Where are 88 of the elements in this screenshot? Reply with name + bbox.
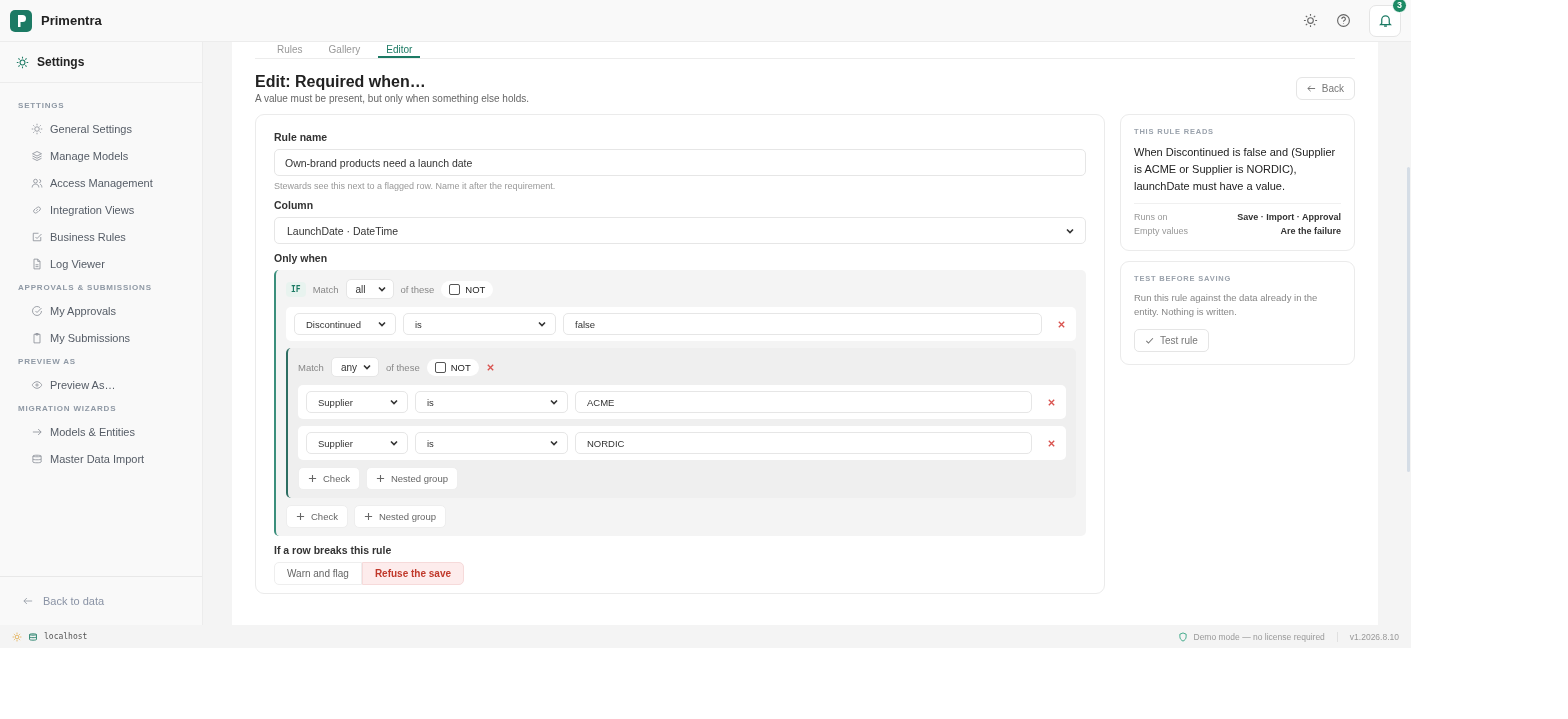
arrow-left-icon (22, 595, 34, 607)
plus-icon (308, 474, 317, 483)
sidebar-title: Settings (37, 55, 85, 69)
sidebar-item[interactable]: Manage Models (18, 142, 202, 169)
field-dropdown[interactable]: Supplier (306, 432, 408, 454)
field-dropdown[interactable]: Discontinued (294, 313, 396, 335)
operator-dropdown[interactable]: is (415, 391, 568, 413)
if-badge: IF (286, 281, 306, 297)
add-check-button[interactable]: Check (298, 467, 360, 490)
sidebar-item[interactable]: Business Rules (18, 223, 202, 250)
arrow-left-icon (1306, 84, 1316, 93)
rule-summary-text: When Discontinued is false and (Supplier is ACME or Supplier is NORDIC), launchDate must have a value. (1134, 144, 1341, 204)
chevron-down-icon (537, 319, 547, 329)
help-icon[interactable] (1336, 13, 1351, 28)
action-option[interactable]: Refuse the save (361, 562, 465, 585)
quantifier-dropdown[interactable]: any (330, 357, 379, 377)
test-description: Run this rule against the data already in the entity. Nothing is written. (1134, 291, 1319, 319)
checkmark-icon (1145, 336, 1154, 345)
remove-icon[interactable] (1057, 319, 1066, 329)
not-toggle[interactable]: NOT (426, 358, 479, 376)
page-title: Edit: Required when… (255, 73, 427, 91)
shield-icon (1177, 631, 1188, 642)
plus-icon (296, 512, 305, 521)
section-heading: SETTINGS (18, 101, 66, 110)
host-name: localhost (44, 632, 88, 641)
sidebar-item[interactable]: Master Data Import (18, 445, 202, 472)
chevron-down-icon (549, 397, 559, 407)
detail-value: Are the failure (1280, 225, 1341, 238)
of-these-label: of these (385, 361, 420, 373)
operator-dropdown[interactable]: is (415, 432, 568, 454)
value-field[interactable]: NORDIC (575, 432, 1032, 454)
license-status: Demo mode — no license required (1193, 631, 1325, 642)
not-toggle[interactable]: NOT (441, 280, 494, 298)
database-icon (28, 631, 38, 642)
remove-icon[interactable] (485, 362, 495, 372)
plus-icon (363, 512, 373, 521)
chevron-down-icon (549, 438, 559, 448)
detail-label: Runs on (1134, 211, 1168, 224)
value-field[interactable]: ACME (575, 391, 1032, 413)
sidebar-item[interactable]: My Approvals (18, 297, 202, 324)
sidebar-item[interactable]: Log Viewer (18, 250, 202, 277)
detail-value: Save · Import · Approval (1237, 211, 1341, 224)
test-rule-button[interactable]: Test rule (1134, 329, 1209, 352)
back-button[interactable]: Back (1295, 77, 1355, 100)
chevron-down-icon (361, 362, 372, 372)
operator-dropdown[interactable]: is (403, 313, 556, 335)
chevron-down-icon (389, 438, 399, 448)
action-option[interactable]: Warn and flag (274, 562, 362, 585)
field-label: Column (274, 199, 315, 211)
field-label: Only when (274, 252, 329, 264)
sidebar-item[interactable]: Preview As… (18, 371, 202, 398)
notifications-button[interactable] (1369, 4, 1401, 37)
field-hint: Stewards see this next to a flagged row. Name it after the requirement. (274, 181, 557, 191)
add-nested-group-button[interactable]: Nested group (353, 505, 446, 528)
sidebar-item[interactable]: General Settings (18, 115, 202, 142)
match-label: Match (298, 361, 324, 373)
bell-icon (1377, 13, 1393, 28)
match-label: Match (312, 283, 339, 295)
sidebar-item[interactable]: Access Management (18, 169, 202, 196)
version-label: v1.2026.8.10 (1349, 631, 1399, 642)
plus-icon (375, 474, 385, 483)
logo-icon (10, 9, 32, 32)
rule-name-field[interactable]: Own-brand products need a launch date (274, 149, 1086, 176)
add-check-button[interactable]: Check (286, 505, 348, 528)
field-label: If a row breaks this rule (274, 544, 393, 556)
quantifier-dropdown[interactable]: all (345, 279, 394, 299)
tab[interactable]: Editor (378, 42, 421, 58)
column-dropdown[interactable]: LaunchDate · DateTime (274, 217, 1086, 244)
chevron-down-icon (376, 284, 387, 294)
detail-label: Empty values (1134, 225, 1189, 238)
sidebar-item[interactable]: My Submissions (18, 324, 202, 351)
section-heading: PREVIEW AS (18, 357, 77, 366)
page-subtitle: A value must be present, but only when something else holds. (255, 93, 530, 104)
field-dropdown[interactable]: Supplier (306, 391, 408, 413)
app-name: Primentra (41, 13, 102, 28)
section-heading: APPROVALS & SUBMISSIONS (18, 283, 153, 292)
remove-icon[interactable] (1047, 397, 1056, 407)
section-heading: MIGRATION WIZARDS (18, 404, 118, 413)
sidebar-item[interactable]: Integration Views (18, 196, 202, 223)
sidebar-item[interactable]: Models & Entities (18, 418, 202, 445)
chevron-down-icon (377, 319, 387, 329)
of-these-label: of these (400, 283, 435, 295)
value-field[interactable]: false (563, 313, 1042, 335)
notification-badge: 3 (1392, 0, 1407, 13)
add-nested-group-button[interactable]: Nested group (365, 467, 458, 490)
remove-icon[interactable] (1047, 438, 1056, 448)
chevron-down-icon (389, 397, 399, 407)
field-label: Rule name (274, 131, 329, 143)
